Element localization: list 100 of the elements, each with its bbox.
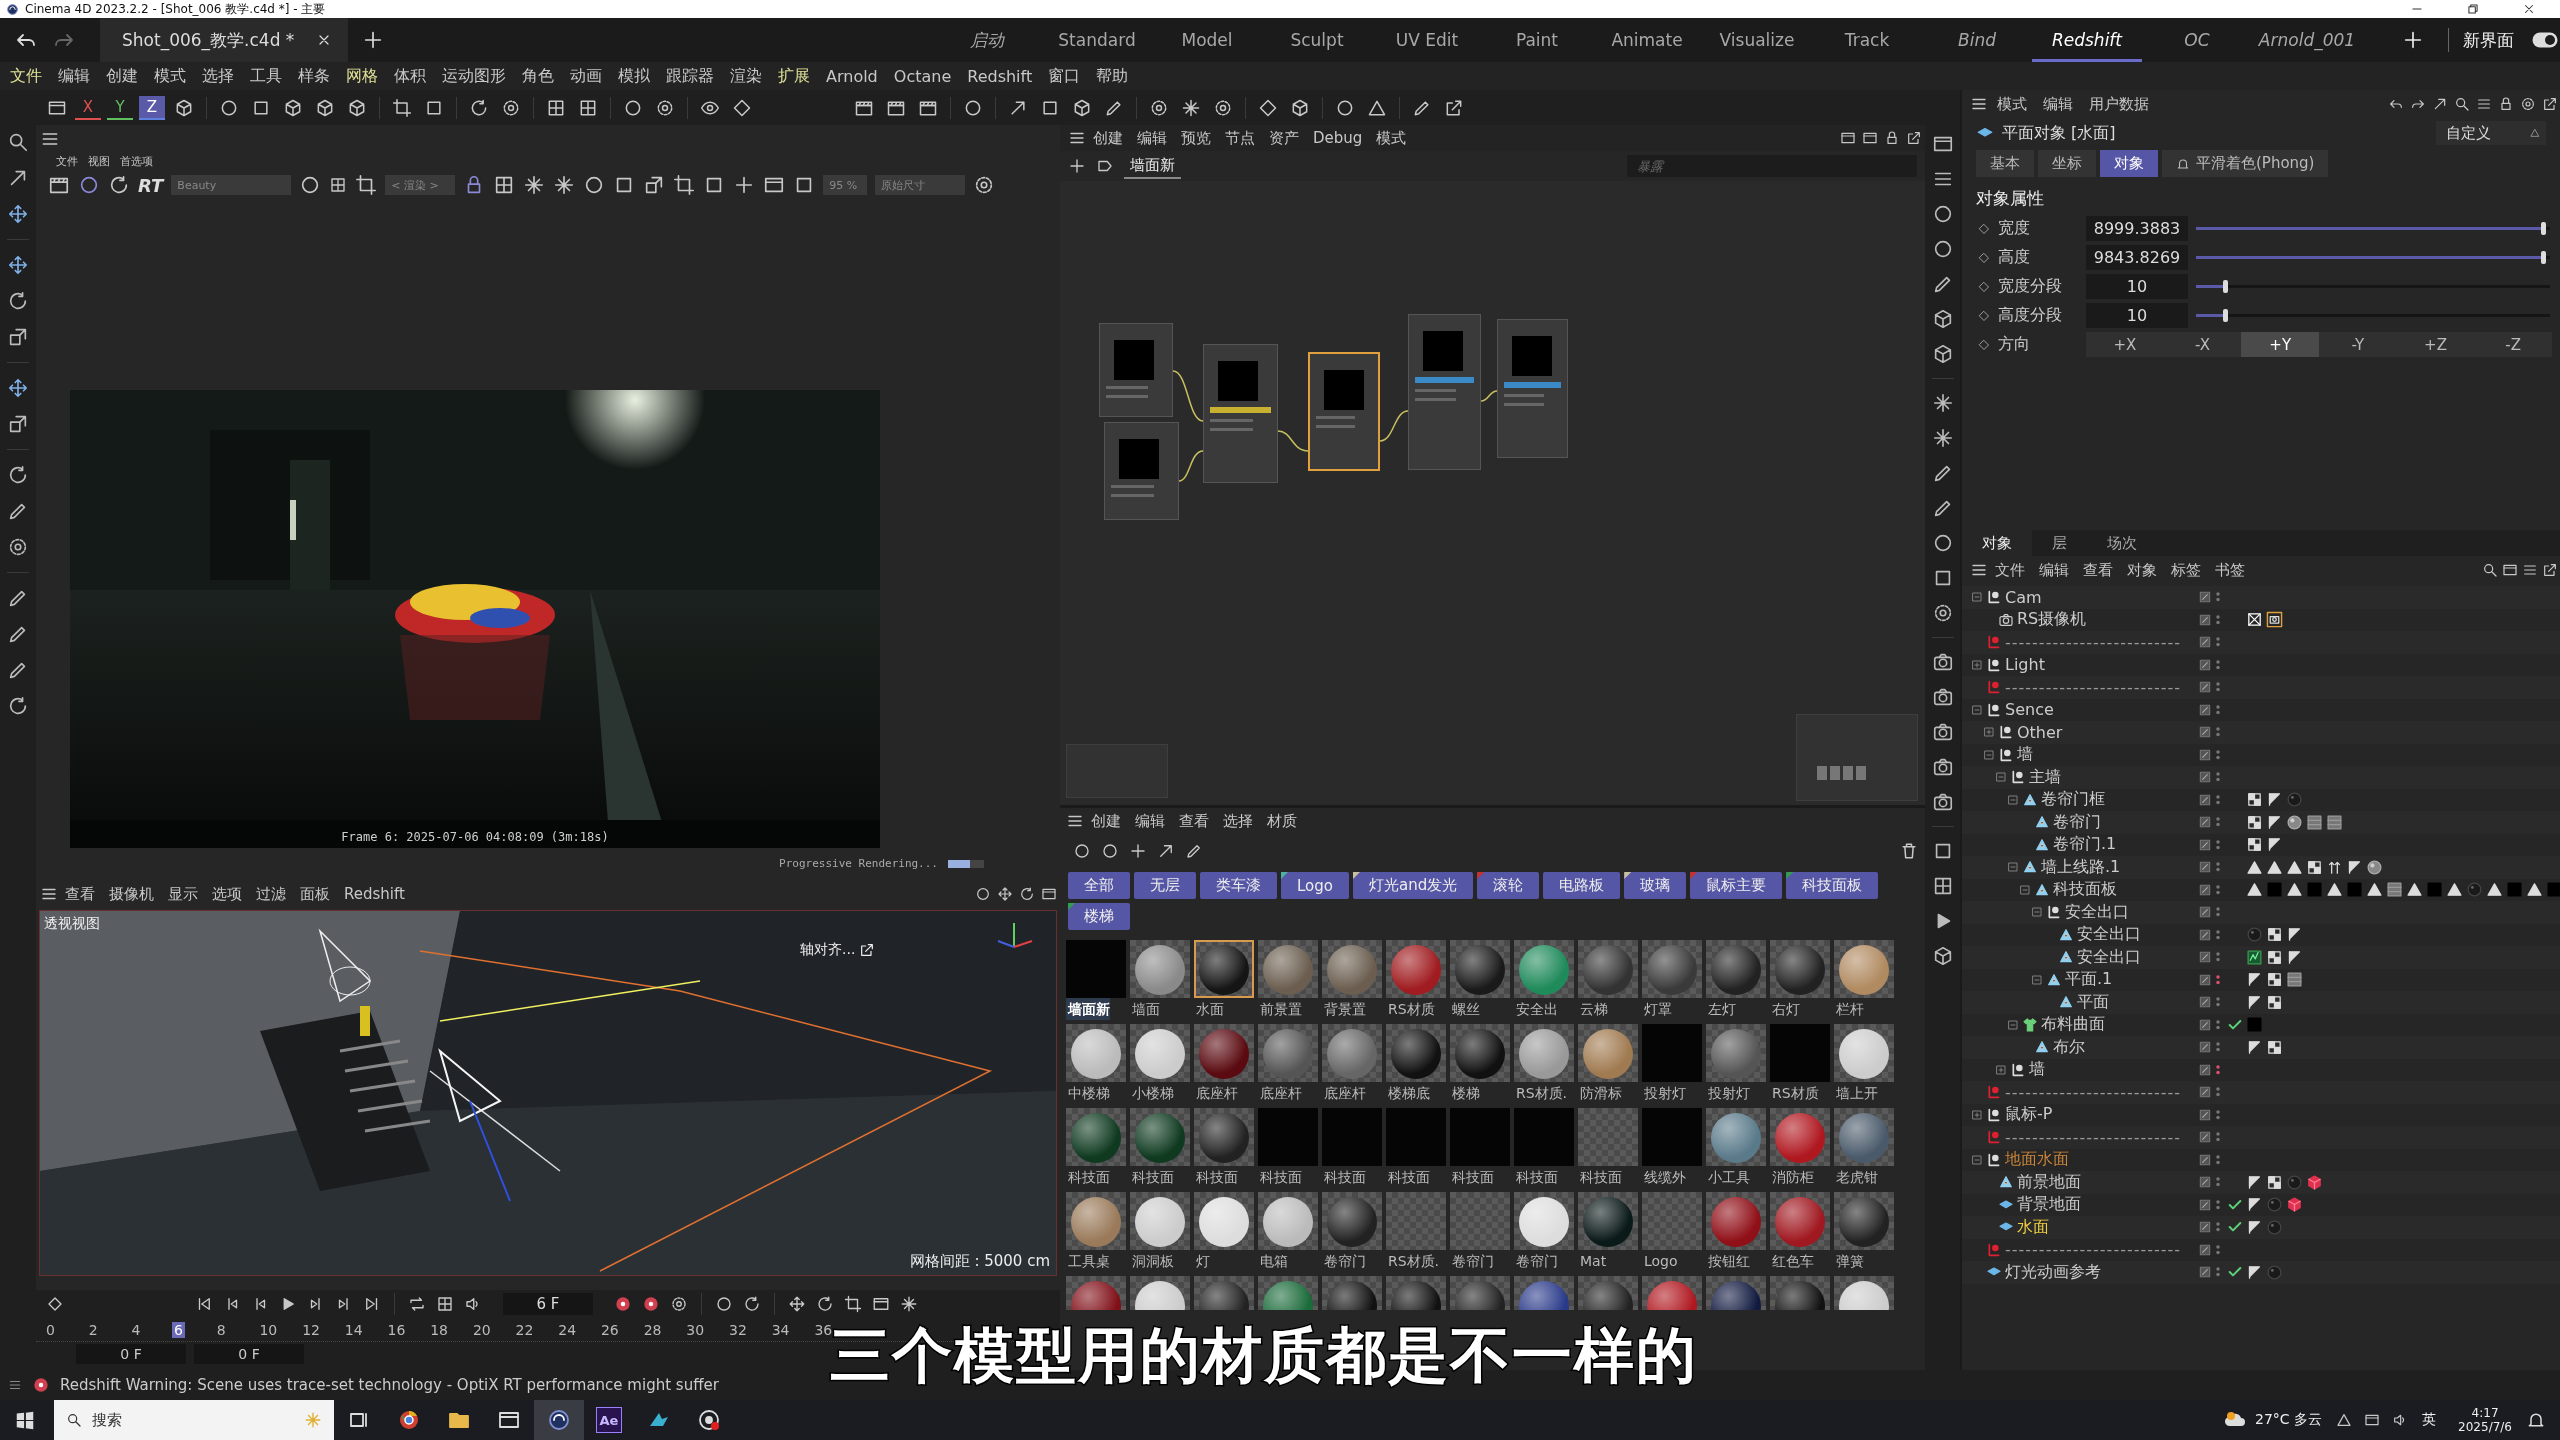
material-name[interactable]: 螺丝 <box>1450 998 1480 1020</box>
menu-item[interactable]: 预览 <box>1174 128 1218 148</box>
menu-item[interactable]: 面板 <box>293 884 337 904</box>
material-name[interactable]: 前景置 <box>1258 998 1302 1020</box>
menu-item[interactable]: 模拟 <box>611 65 657 87</box>
end-frame-field[interactable]: 0 F <box>194 1344 304 1364</box>
menu-item[interactable]: 查看 <box>58 884 102 904</box>
number-field[interactable]: 10 <box>2086 274 2188 299</box>
material-name[interactable]: 右灯 <box>1770 998 1800 1020</box>
axis-button[interactable]: Z <box>139 95 165 120</box>
menu-item[interactable]: 查看 <box>2076 560 2120 580</box>
menu-item[interactable]: 视图 <box>84 153 114 169</box>
material-name[interactable]: 楼梯 <box>1450 1082 1480 1104</box>
rt-label[interactable]: RT <box>138 174 164 196</box>
menu-item[interactable]: 显示 <box>161 884 205 904</box>
layer-tag[interactable]: 鼠标主要 <box>1690 872 1783 899</box>
menu-item[interactable]: 编辑 <box>1130 128 1174 148</box>
material-name[interactable]: 科技面 <box>1066 1166 1110 1188</box>
material-name[interactable]: 底座杆 <box>1322 1082 1366 1104</box>
object-name[interactable]: Other <box>2017 722 2063 742</box>
layer-tag[interactable]: 无层 <box>1134 872 1196 899</box>
layer-tag[interactable]: 灯光and发光 <box>1353 872 1474 899</box>
material-name[interactable]: 背景置 <box>1322 998 1366 1020</box>
object-name[interactable]: Cam <box>2005 587 2042 607</box>
number-field[interactable]: 8999.3883 <box>2086 216 2188 241</box>
app-icon[interactable]: Ae <box>596 1407 622 1433</box>
object-name[interactable]: RS摄像机 <box>2017 609 2087 631</box>
layout-tab[interactable]: Sculpt <box>1262 18 1372 62</box>
material-name[interactable]: 底座杆 <box>1194 1082 1238 1104</box>
layout-tab[interactable]: OC <box>2142 18 2252 62</box>
material-name[interactable]: 科技面 <box>1130 1166 1174 1188</box>
menu-item[interactable]: 网格 <box>339 65 385 87</box>
search-field[interactable]: 搜索 <box>54 1400 334 1440</box>
menu-item[interactable]: 体积 <box>387 65 433 87</box>
material-name[interactable]: 小工具 <box>1706 1166 1750 1188</box>
object-name[interactable]: 墙 <box>2017 744 2033 766</box>
menu-item[interactable]: Arnold <box>819 66 885 86</box>
object-name[interactable]: 安全出口 <box>2077 924 2141 946</box>
attribute-tab[interactable]: 坐标 <box>2038 150 2096 177</box>
menu-item[interactable]: 选择 <box>195 65 241 87</box>
material-name[interactable]: RS材质 <box>1386 998 1435 1020</box>
object-name[interactable]: Sence <box>2005 700 2054 720</box>
material-name[interactable]: 科技面 <box>1386 1166 1430 1188</box>
menu-item[interactable]: 样条 <box>291 65 337 87</box>
layout-tab[interactable]: Bind <box>1922 18 2032 62</box>
menu-item[interactable]: 首选项 <box>116 153 157 169</box>
material-name[interactable]: 科技面 <box>1450 1166 1494 1188</box>
material-name[interactable]: 中楼梯 <box>1066 1082 1110 1104</box>
material-name[interactable]: RS材质. <box>1514 1082 1568 1104</box>
material-name[interactable]: 科技面 <box>1578 1166 1622 1188</box>
material-name[interactable]: 科技面 <box>1322 1166 1366 1188</box>
panel-tab[interactable]: 对象 <box>1962 530 2032 556</box>
material-name[interactable]: 水面 <box>1194 998 1224 1020</box>
layout-tab[interactable]: Model <box>1152 18 1262 62</box>
object-name[interactable]: 布尔 <box>2053 1036 2085 1058</box>
menu-item[interactable]: 渲染 <box>723 65 769 87</box>
material-name[interactable]: 科技面 <box>1514 1166 1558 1188</box>
material-name[interactable]: 小楼梯 <box>1130 1082 1174 1104</box>
object-name[interactable]: -------------------------- <box>2005 1240 2182 1260</box>
material-name[interactable]: 洞洞板 <box>1130 1250 1174 1272</box>
menu-item[interactable]: 文件 <box>52 153 82 169</box>
menu-item[interactable]: 对象 <box>2120 560 2164 580</box>
object-name[interactable]: 卷帘门.1 <box>2053 834 2117 856</box>
layer-tag[interactable]: 电路板 <box>1543 872 1621 899</box>
object-name[interactable]: 背景地面 <box>2017 1194 2081 1216</box>
align-label[interactable]: 轴对齐... <box>800 941 856 959</box>
material-name[interactable]: 卷帘门 <box>1322 1250 1366 1272</box>
menu-item[interactable]: 扩展 <box>771 65 817 87</box>
material-name[interactable]: 卷帘门 <box>1514 1250 1558 1272</box>
menu-item[interactable]: 跟踪器 <box>659 65 721 87</box>
layer-tag[interactable]: Logo <box>1281 872 1349 899</box>
menu-item[interactable]: 摄像机 <box>102 884 161 904</box>
object-name[interactable]: Light <box>2005 655 2045 675</box>
object-name[interactable]: 水面 <box>2017 1216 2049 1238</box>
panel-tab[interactable]: 场次 <box>2087 530 2157 556</box>
layer-tag[interactable]: 玻璃 <box>1624 872 1687 899</box>
frame-field[interactable]: 6 F <box>503 1293 593 1315</box>
layout-tab[interactable]: Arnold_001 <box>2252 18 2362 62</box>
direction-option[interactable]: -Y <box>2319 332 2397 357</box>
menu-item[interactable]: 角色 <box>515 65 561 87</box>
layout-tab[interactable]: Standard <box>1042 18 1152 62</box>
menu-item[interactable]: 材质 <box>1260 811 1304 831</box>
layout-button[interactable]: 新界面 <box>2463 28 2514 52</box>
material-name[interactable]: RS材质 <box>1770 1082 1819 1104</box>
material-name[interactable]: 科技面 <box>1258 1166 1302 1188</box>
material-name[interactable]: 弹簧 <box>1834 1250 1864 1272</box>
search-field[interactable]: 暴露 <box>1627 155 1917 177</box>
menu-item[interactable]: Redshift <box>960 66 1040 86</box>
menu-item[interactable]: 过滤 <box>249 884 293 904</box>
layout-tab[interactable]: Track <box>1812 18 1922 62</box>
preset-label[interactable]: 自定义 <box>2446 123 2491 143</box>
object-name[interactable]: 安全出口 <box>2077 946 2141 968</box>
number-field[interactable]: 10 <box>2086 303 2188 328</box>
object-name[interactable]: 墙 <box>2029 1059 2045 1081</box>
menu-item[interactable]: 创建 <box>1084 811 1128 831</box>
start-frame-field[interactable]: 0 F <box>76 1344 186 1364</box>
layout-tab[interactable]: Paint <box>1482 18 1592 62</box>
material-name[interactable]: Mat <box>1578 1250 1607 1272</box>
material-name[interactable]: 灯罩 <box>1642 998 1672 1020</box>
document-tab[interactable]: Shot_006_教学.c4d * <box>100 18 349 62</box>
